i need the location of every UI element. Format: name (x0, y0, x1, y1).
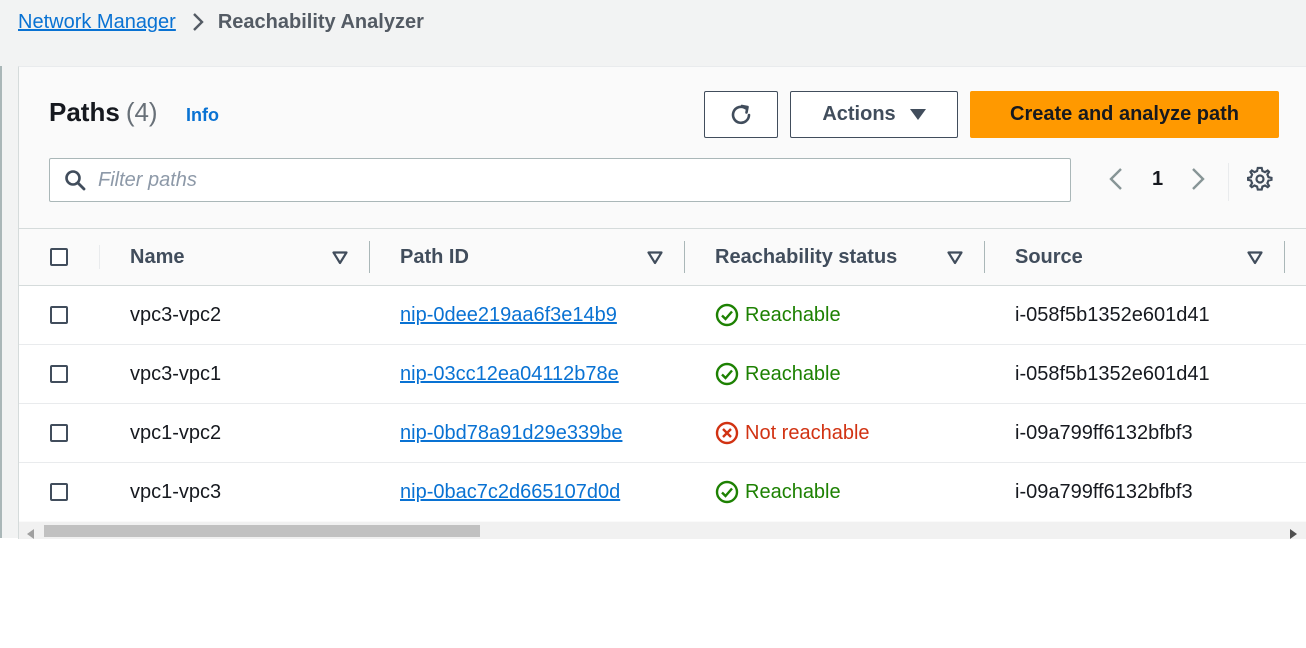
source-id: i-058f5b1352e601d41 (1015, 362, 1210, 385)
chevron-right-icon (192, 12, 204, 32)
table-row[interactable]: vpc3-vpc2 nip-0dee219aa6f3e14b9 Reachabl… (19, 286, 1306, 345)
refresh-button[interactable] (704, 91, 778, 138)
divider (0, 66, 2, 538)
breadcrumb-link-network-manager[interactable]: Network Manager (18, 11, 176, 34)
status-text: Reachable (745, 362, 841, 385)
caret-down-icon (909, 108, 926, 121)
status-indicator: Reachable (715, 345, 841, 403)
row-checkbox[interactable] (50, 483, 68, 501)
divider (984, 241, 985, 273)
table-row[interactable]: vpc1-vpc2 nip-0bd78a91d29e339be Not reac… (19, 404, 1306, 463)
paths-count: (4) (125, 97, 158, 127)
status-error-icon (715, 421, 745, 445)
scroll-right-arrow-icon[interactable] (1289, 526, 1297, 539)
source-id: i-09a799ff6132bfbf3 (1015, 421, 1193, 444)
path-name: vpc3-vpc1 (130, 362, 222, 385)
gear-icon[interactable] (1246, 166, 1273, 197)
column-header-source[interactable]: Source (1015, 229, 1083, 285)
divider (369, 241, 370, 273)
row-checkbox[interactable] (50, 365, 68, 383)
search-icon (64, 169, 86, 191)
source-id: i-058f5b1352e601d41 (1015, 303, 1210, 326)
status-indicator: Reachable (715, 286, 841, 344)
chevron-right-icon[interactable] (1190, 167, 1206, 196)
panel-title-text: Paths (49, 97, 120, 127)
column-header-name[interactable]: Name (130, 229, 184, 285)
table-row[interactable]: vpc1-vpc3 nip-0bac7c2d665107d0d Reachabl… (19, 463, 1306, 521)
divider (684, 241, 685, 273)
divider (99, 245, 100, 269)
status-success-icon (715, 303, 745, 327)
current-page-number[interactable]: 1 (1152, 168, 1163, 191)
status-text: Reachable (745, 480, 841, 503)
info-link[interactable]: Info (186, 105, 219, 126)
sort-caret-icon[interactable] (332, 251, 348, 270)
row-checkbox[interactable] (50, 306, 68, 324)
page-title: Paths (4) (49, 97, 158, 128)
sort-caret-icon[interactable] (947, 251, 963, 270)
paths-panel: Paths (4) Info Actions Create and analyze… (18, 66, 1306, 539)
scrollbar-thumb[interactable] (44, 525, 480, 537)
breadcrumb-current: Reachability Analyzer (217, 10, 424, 33)
path-name: vpc1-vpc3 (130, 480, 222, 503)
filter-field (49, 158, 1071, 202)
status-text: Reachable (745, 303, 841, 326)
breadcrumb: Network Manager Reachability Analyzer (18, 8, 424, 36)
status-indicator: Not reachable (715, 404, 870, 462)
status-text: Not reachable (745, 421, 870, 444)
sort-caret-icon[interactable] (1247, 251, 1263, 270)
divider (1284, 241, 1285, 273)
path-name: vpc1-vpc2 (130, 421, 222, 444)
scroll-left-arrow-icon[interactable] (27, 526, 35, 539)
column-header-reachability-status[interactable]: Reachability status (715, 229, 897, 285)
status-indicator: Reachable (715, 463, 841, 521)
table-row[interactable]: vpc3-vpc1 nip-03cc12ea04112b78e Reachabl… (19, 345, 1306, 404)
refresh-icon (728, 102, 754, 128)
column-header-path-id[interactable]: Path ID (400, 229, 469, 285)
path-id-link[interactable]: nip-0dee219aa6f3e14b9 (400, 304, 617, 327)
path-name: vpc3-vpc2 (130, 303, 222, 326)
horizontal-scrollbar[interactable] (19, 522, 1306, 539)
table-header: Name Path ID Reachability status Source (19, 229, 1306, 286)
path-id-link[interactable]: nip-0bd78a91d29e339be (400, 422, 622, 445)
status-success-icon (715, 480, 745, 504)
status-success-icon (715, 362, 745, 386)
sort-caret-icon[interactable] (647, 251, 663, 270)
create-and-analyze-path-button[interactable]: Create and analyze path (970, 91, 1279, 138)
filter-paths-input[interactable] (96, 167, 1000, 193)
path-id-link[interactable]: nip-0bac7c2d665107d0d (400, 481, 620, 504)
chevron-left-icon[interactable] (1108, 167, 1124, 196)
actions-label: Actions (822, 103, 896, 125)
actions-button[interactable]: Actions (790, 91, 958, 138)
path-id-link[interactable]: nip-03cc12ea04112b78e (400, 363, 619, 386)
row-checkbox[interactable] (50, 424, 68, 442)
divider (1228, 163, 1229, 201)
source-id: i-09a799ff6132bfbf3 (1015, 480, 1193, 503)
select-all-checkbox[interactable] (50, 248, 68, 266)
